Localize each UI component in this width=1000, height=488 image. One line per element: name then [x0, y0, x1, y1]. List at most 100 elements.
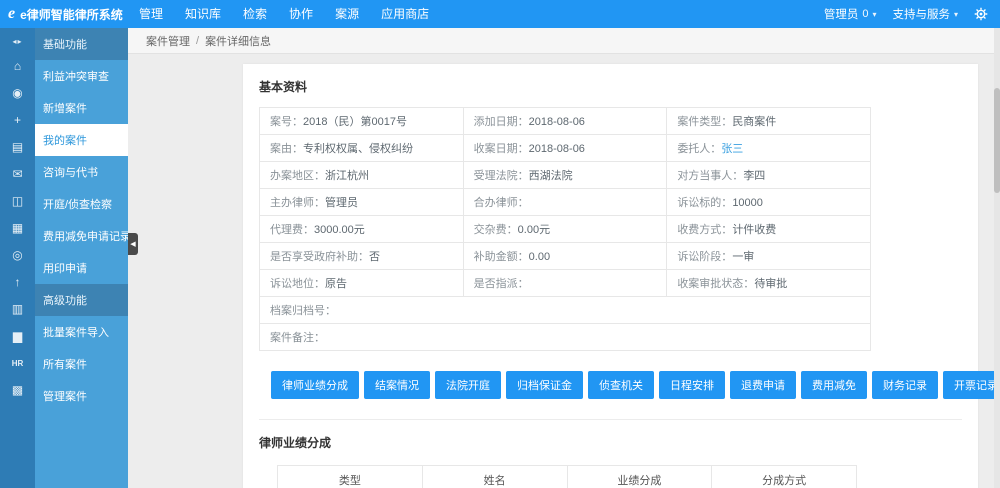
case-notes-cell: 案件备注： — [260, 324, 871, 351]
field-label: 主办律师： — [270, 197, 325, 209]
approval-status-cell: 收案审批状态：待审批 — [667, 270, 871, 297]
table-row: 案件备注： — [260, 324, 871, 351]
sidebar-item-new-case[interactable]: 新增案件 — [35, 92, 128, 124]
sidebar-item-conflict-review[interactable]: 利益冲突审查 — [35, 60, 128, 92]
field-label: 交杂费： — [474, 224, 518, 236]
subsidy-amount-cell: 补助金额：0.00 — [463, 243, 667, 270]
gear-icon[interactable] — [974, 7, 988, 21]
sidebar-collapse-handle[interactable]: ◀ — [128, 233, 138, 255]
sidebar-item-consult[interactable]: 咨询与代书 — [35, 156, 128, 188]
topbar: e e律师智能律所系统 管理 知识库 检索 协作 案源 应用商店 管理员 0 ▾… — [0, 0, 1000, 28]
field-label: 添加日期： — [474, 116, 529, 128]
nav-manage[interactable]: 管理 — [128, 0, 174, 28]
action-investigation-organ-button[interactable]: 侦查机关 — [588, 371, 654, 399]
field-value: 待审批 — [754, 278, 787, 290]
lawyer-share-table: 类型 姓名 业绩分成 分成方式 团队负责人 管理员 100% 百分比 — [277, 465, 857, 488]
action-finance-records-button[interactable]: 财务记录 — [872, 371, 938, 399]
case-type-cell: 案件类型：民商案件 — [667, 108, 871, 135]
sidebar-item-fee-waiver-records[interactable]: 费用减免申请记录 — [35, 220, 128, 252]
table-row: 诉讼地位：原告 是否指派： 收案审批状态：待审批 — [260, 270, 871, 297]
topbar-right: 管理员 0 ▾ 支持与服务 ▾ — [824, 6, 1000, 22]
user-menu[interactable]: 管理员 0 ▾ — [824, 6, 877, 22]
lawyer-share-title: 律师业绩分成 — [259, 434, 962, 451]
sidebar-item-my-cases[interactable]: 我的案件 — [35, 124, 128, 156]
misc-fee-cell: 交杂费：0.00元 — [463, 216, 667, 243]
collapse-arrows-icon[interactable]: ◂▸ — [0, 31, 35, 53]
basic-info-table: 案号：2018（民）第0017号 添加日期：2018-08-06 案件类型：民商… — [259, 107, 871, 351]
nav-case-source[interactable]: 案源 — [324, 0, 370, 28]
hr-icon[interactable]: HR — [0, 350, 35, 377]
field-value: 一审 — [732, 251, 754, 263]
nav-app-store[interactable]: 应用商店 — [370, 0, 440, 28]
sidebar-item-manage-cases[interactable]: 管理案件 — [35, 380, 128, 412]
breadcrumb-parent[interactable]: 案件管理 — [146, 33, 190, 49]
action-fee-waiver-button[interactable]: 费用减免 — [801, 371, 867, 399]
sidebar-item-all-cases[interactable]: 所有案件 — [35, 348, 128, 380]
court-icon[interactable]: ◫ — [0, 188, 35, 215]
content-area: 基本资料 案号：2018（民）第0017号 添加日期：2018-08-06 案件… — [128, 54, 1000, 488]
sidebar-section-advanced: 高级功能 — [35, 284, 128, 316]
table-row: 档案归档号： — [260, 297, 871, 324]
action-case-closing-button[interactable]: 结案情况 — [364, 371, 430, 399]
support-menu[interactable]: 支持与服务 ▾ — [892, 6, 958, 22]
field-label: 收案日期： — [474, 143, 529, 155]
fee-waiver-icon[interactable]: ▦ — [0, 215, 35, 242]
sidebar-item-court-investigation[interactable]: 开庭/侦查检察 — [35, 188, 128, 220]
batch-import-icon[interactable]: ↑ — [0, 269, 35, 296]
action-refund-request-button[interactable]: 退费申请 — [730, 371, 796, 399]
home-icon[interactable]: ⌂ — [0, 53, 35, 80]
field-label: 诉讼地位： — [270, 278, 325, 290]
archive-number-cell: 档案归档号： — [260, 297, 871, 324]
add-date-cell: 添加日期：2018-08-06 — [463, 108, 667, 135]
sidebar: 基础功能 利益冲突审查 新增案件 我的案件 咨询与代书 开庭/侦查检察 费用减免… — [35, 28, 128, 488]
consult-icon[interactable]: ✉ — [0, 161, 35, 188]
table-row: 是否享受政府补助：否 补助金额：0.00 诉讼阶段：一审 — [260, 243, 871, 270]
nav-knowledge[interactable]: 知识库 — [174, 0, 232, 28]
field-value: 计件收费 — [732, 224, 776, 236]
field-value: 管理员 — [325, 197, 358, 209]
my-cases-icon[interactable]: ▤ — [0, 134, 35, 161]
field-label: 对方当事人： — [677, 170, 743, 182]
co-lawyer-cell: 合办律师： — [463, 189, 667, 216]
apps-icon[interactable]: ▩ — [0, 377, 35, 404]
case-detail-panel: 基本资料 案号：2018（民）第0017号 添加日期：2018-08-06 案件… — [243, 64, 978, 488]
field-value: 浙江杭州 — [325, 170, 369, 182]
field-label: 补助金额： — [474, 251, 529, 263]
field-label: 合办律师： — [474, 197, 529, 209]
stats-icon[interactable]: ▆ — [0, 323, 35, 350]
field-label: 代理费： — [270, 224, 314, 236]
seal-icon[interactable]: ◎ — [0, 242, 35, 269]
top-navigation: 管理 知识库 检索 协作 案源 应用商店 — [128, 0, 440, 28]
nav-collaboration[interactable]: 协作 — [278, 0, 324, 28]
conflict-check-icon[interactable]: ◉ — [0, 80, 35, 107]
action-schedule-button[interactable]: 日程安排 — [659, 371, 725, 399]
action-button-row: 律师业绩分成 结案情况 法院开庭 归档保证金 侦查机关 日程安排 退费申请 费用… — [271, 371, 962, 399]
table-row: 案由：专利权权属、侵权纠纷 收案日期：2018-08-06 委托人：张三 — [260, 135, 871, 162]
field-label: 是否享受政府补助： — [270, 251, 369, 263]
chevron-down-icon: ▾ — [954, 10, 958, 19]
all-cases-icon[interactable]: ▥ — [0, 296, 35, 323]
table-row: 主办律师：管理员 合办律师： 诉讼标的：10000 — [260, 189, 871, 216]
field-value: 0.00 — [529, 251, 550, 263]
court-cell: 受理法院：西湖法院 — [463, 162, 667, 189]
assigned-flag-cell: 是否指派： — [463, 270, 667, 297]
litigation-amount-cell: 诉讼标的：10000 — [667, 189, 871, 216]
action-invoice-records-button[interactable]: 开票记录 — [943, 371, 1000, 399]
chevron-down-icon: ▾ — [872, 10, 876, 19]
field-label: 委托人： — [677, 143, 721, 155]
field-label: 是否指派： — [474, 278, 529, 290]
opposing-party-cell: 对方当事人：李四 — [667, 162, 871, 189]
scrollbar-track[interactable] — [994, 28, 1000, 488]
action-court-session-button[interactable]: 法院开庭 — [435, 371, 501, 399]
sidebar-item-seal-request[interactable]: 用印申请 — [35, 252, 128, 284]
col-method: 分成方式 — [712, 466, 857, 488]
nav-search[interactable]: 检索 — [232, 0, 278, 28]
client-link[interactable]: 张三 — [721, 143, 743, 155]
action-archive-deposit-button[interactable]: 归档保证金 — [506, 371, 583, 399]
field-label: 案件备注： — [270, 332, 325, 344]
new-case-icon[interactable]: + — [0, 107, 35, 134]
scrollbar-thumb[interactable] — [994, 88, 1000, 193]
col-name: 姓名 — [422, 466, 567, 488]
sidebar-item-batch-import[interactable]: 批量案件导入 — [35, 316, 128, 348]
action-lawyer-share-button[interactable]: 律师业绩分成 — [271, 371, 359, 399]
